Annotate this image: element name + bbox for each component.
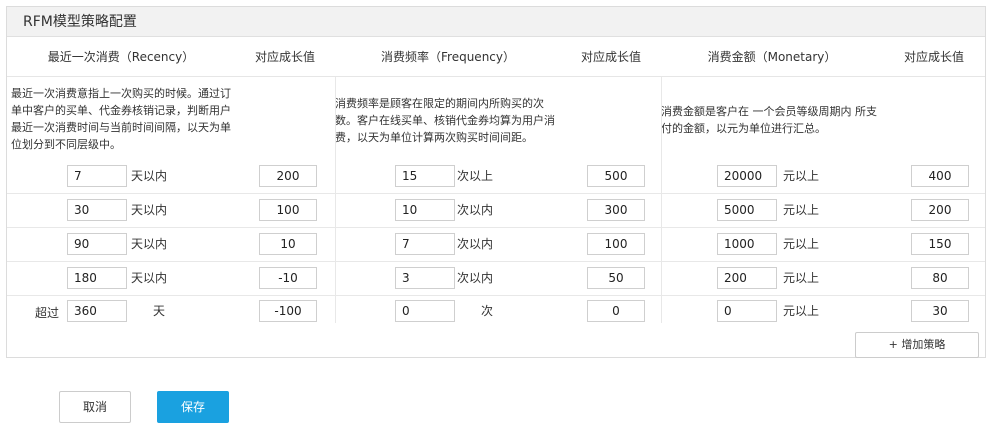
divider: [335, 77, 336, 323]
frequency-growth-input[interactable]: [587, 199, 645, 221]
header-recency: 最近一次消费（Recency）: [47, 50, 195, 64]
row-divider: [7, 295, 985, 296]
recency-days-input[interactable]: [67, 267, 127, 289]
recency-growth-input[interactable]: [259, 165, 317, 187]
frequency-unit: 次以内: [457, 237, 494, 251]
monetary-description: 消费金额是客户在 一个会员等级周期内 所支付的金额，以元为单位进行汇总。: [661, 105, 877, 135]
recency-unit: 天以内: [131, 271, 168, 285]
frequency-count-input[interactable]: [395, 199, 455, 221]
monetary-amount-input[interactable]: [717, 267, 777, 289]
monetary-growth-input[interactable]: [911, 233, 969, 255]
row-divider: [7, 261, 985, 262]
recency-growth-input[interactable]: [259, 199, 317, 221]
monetary-growth-input[interactable]: [911, 267, 969, 289]
recency-description: 最近一次消费意指上一次购买的时候。通过订单中客户的买单、代金券核销记录，判断用户…: [11, 87, 231, 151]
frequency-growth-input[interactable]: [587, 233, 645, 255]
recency-unit: 天以内: [131, 203, 168, 217]
frequency-unit: 次: [481, 304, 494, 318]
frequency-count-input[interactable]: [395, 233, 455, 255]
monetary-unit: 元以上: [783, 271, 820, 285]
monetary-unit: 元以上: [783, 237, 820, 251]
header-frequency: 消费频率（Frequency）: [381, 50, 515, 64]
header-monetary: 消费金额（Monetary）: [707, 50, 837, 64]
recency-growth-input[interactable]: [259, 300, 317, 322]
recency-unit: 天以内: [131, 237, 168, 251]
row-divider: [7, 227, 985, 228]
recency-days-input[interactable]: [67, 199, 127, 221]
frequency-unit: 次以内: [457, 271, 494, 285]
rfm-config-panel: RFM模型策略配置 最近一次消费（Recency） 对应成长值 消费频率（Fre…: [6, 6, 986, 358]
recency-growth-input[interactable]: [259, 233, 317, 255]
frequency-growth-input[interactable]: [587, 300, 645, 322]
row-divider: [7, 193, 985, 194]
monetary-amount-input[interactable]: [717, 300, 777, 322]
monetary-amount-input[interactable]: [717, 233, 777, 255]
divider: [661, 77, 662, 323]
frequency-unit: 次以内: [457, 203, 494, 217]
monetary-unit: 元以上: [783, 203, 820, 217]
header-recency-value: 对应成长值: [254, 50, 315, 64]
recency-days-input[interactable]: [67, 300, 127, 322]
column-header-row: 最近一次消费（Recency） 对应成长值 消费频率（Frequency） 对应…: [7, 37, 985, 77]
frequency-count-input[interactable]: [395, 267, 455, 289]
frequency-growth-input[interactable]: [587, 267, 645, 289]
frequency-description: 消费频率是顾客在限定的期间内所购买的次数。客户在线买单、核销代金券均算为用户消费…: [335, 97, 555, 144]
recency-prefix: 超过: [35, 306, 60, 320]
save-button[interactable]: 保存: [157, 391, 229, 423]
monetary-amount-input[interactable]: [717, 199, 777, 221]
panel-title: RFM模型策略配置: [7, 7, 985, 37]
header-monetary-value: 对应成长值: [903, 50, 964, 64]
monetary-growth-input[interactable]: [911, 199, 969, 221]
recency-unit: 天以内: [131, 169, 168, 183]
recency-growth-input[interactable]: [259, 267, 317, 289]
monetary-unit: 元以上: [783, 304, 820, 318]
monetary-amount-input[interactable]: [717, 165, 777, 187]
frequency-growth-input[interactable]: [587, 165, 645, 187]
recency-days-input[interactable]: [67, 233, 127, 255]
cancel-button[interactable]: 取消: [59, 391, 131, 423]
recency-unit: 天: [153, 304, 166, 318]
monetary-growth-input[interactable]: [911, 165, 969, 187]
header-frequency-value: 对应成长值: [580, 50, 641, 64]
frequency-count-input[interactable]: [395, 300, 455, 322]
recency-days-input[interactable]: [67, 165, 127, 187]
monetary-unit: 元以上: [783, 169, 820, 183]
add-strategy-button[interactable]: + 增加策略: [855, 332, 979, 358]
monetary-growth-input[interactable]: [911, 300, 969, 322]
frequency-unit: 次以上: [457, 169, 494, 183]
frequency-count-input[interactable]: [395, 165, 455, 187]
